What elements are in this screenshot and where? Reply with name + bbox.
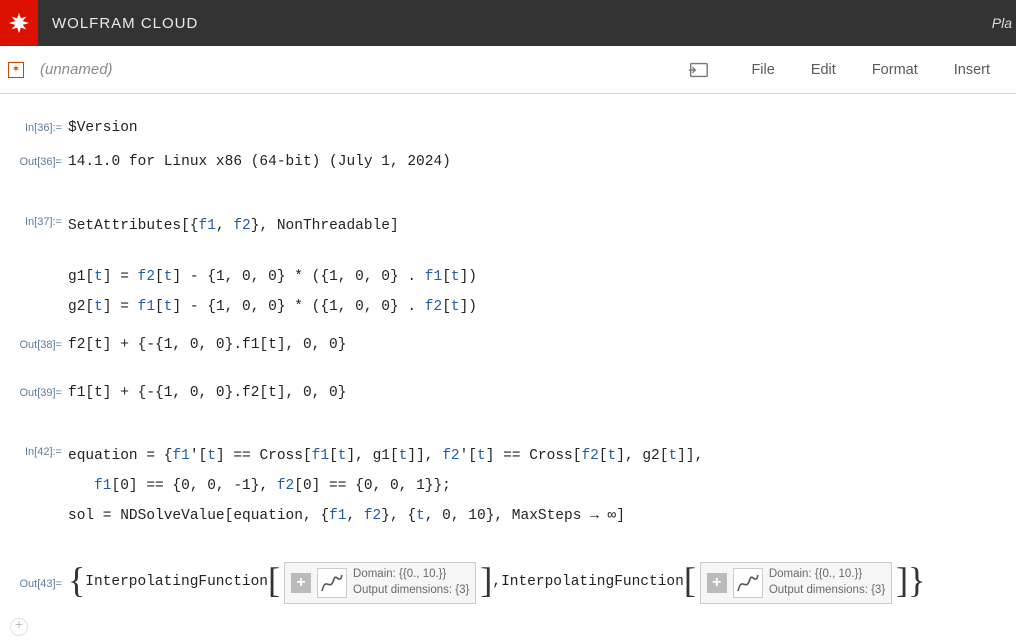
cell-content[interactable]: equation = {f1'[t] == Cross[f1[t], g1[t]…: [68, 442, 1010, 531]
left-bracket: [: [268, 564, 280, 596]
app-header: WOLFRAM CLOUD Pla: [0, 0, 1016, 46]
notebook-area[interactable]: In[36]:= $Version Out[36]= 14.1.0 for Li…: [0, 94, 1016, 642]
input-cell-37[interactable]: In[37]:= SetAttributes[{f1, f2}, NonThre…: [6, 206, 1010, 329]
brand-title: WOLFRAM CLOUD: [52, 15, 198, 32]
cell-label: In[42]:=: [6, 442, 68, 461]
menu-format[interactable]: Format: [872, 62, 918, 78]
toolbar: ✶ (unnamed) File Edit Format Insert: [0, 46, 1016, 94]
interpolating-function-box[interactable]: + Domain: {{0., 10.}} Output dimensions:…: [284, 562, 476, 604]
cell-label: In[37]:=: [6, 212, 68, 231]
interp-meta: Domain: {{0., 10.}} Output dimensions: {…: [353, 567, 469, 598]
cell-content: 14.1.0 for Linux x86 (64-bit) (July 1, 2…: [68, 152, 1010, 174]
function-plot-icon: [733, 568, 763, 598]
output-cell-43: Out[43]= { InterpolatingFunction [ + Dom…: [6, 556, 1010, 610]
cell-content[interactable]: $Version: [68, 118, 1010, 140]
function-plot-icon: [317, 568, 347, 598]
spikey-icon: [8, 12, 30, 34]
output-cell-36: Out[36]= 14.1.0 for Linux x86 (64-bit) (…: [6, 146, 1010, 180]
cell-label: In[36]:=: [6, 118, 68, 137]
list-comma: ,: [492, 572, 501, 594]
cell-label: Out[43]=: [6, 562, 68, 593]
input-cell-36[interactable]: In[36]:= $Version: [6, 112, 1010, 146]
left-brace: {: [68, 564, 85, 596]
wolfram-logo[interactable]: [0, 0, 38, 46]
output-cell-38: Out[38]= f2[t] + {-{1, 0, 0}.f1[t], 0, 0…: [6, 329, 1010, 363]
notebook-icon[interactable]: ✶: [8, 62, 24, 78]
cell-content: { InterpolatingFunction [ + Domain: {{0.…: [68, 562, 1010, 604]
cell-label: Out[39]=: [6, 383, 68, 402]
cell-content: f2[t] + {-{1, 0, 0}.f1[t], 0, 0}: [68, 335, 1010, 357]
right-bracket: ]: [480, 564, 492, 596]
add-cell-button[interactable]: +: [10, 618, 28, 636]
menu-file[interactable]: File: [751, 62, 774, 78]
output-cell-39: Out[39]= f1[t] + {-{1, 0, 0}.f2[t], 0, 0…: [6, 377, 1010, 411]
cell-label: Out[38]=: [6, 335, 68, 354]
menu-insert[interactable]: Insert: [954, 62, 990, 78]
cell-content: f1[t] + {-{1, 0, 0}.f2[t], 0, 0}: [68, 383, 1010, 405]
interp-fn-name: InterpolatingFunction: [501, 572, 684, 594]
right-bracket: ]: [896, 564, 908, 596]
expand-icon[interactable]: +: [707, 573, 727, 593]
expand-icon[interactable]: +: [291, 573, 311, 593]
interp-fn-name: InterpolatingFunction: [85, 572, 268, 594]
left-bracket: [: [684, 564, 696, 596]
deploy-icon[interactable]: [687, 61, 709, 79]
right-brace: }: [908, 564, 925, 596]
interp-meta: Domain: {{0., 10.}} Output dimensions: {…: [769, 567, 885, 598]
interpolating-function-box[interactable]: + Domain: {{0., 10.}} Output dimensions:…: [700, 562, 892, 604]
document-title[interactable]: (unnamed): [40, 61, 113, 78]
cell-label: Out[36]=: [6, 152, 68, 171]
menu-edit[interactable]: Edit: [811, 62, 836, 78]
plan-label[interactable]: Pla: [992, 15, 1016, 31]
input-cell-42[interactable]: In[42]:= equation = {f1'[t] == Cross[f1[…: [6, 436, 1010, 537]
cell-content[interactable]: SetAttributes[{f1, f2}, NonThreadable] g…: [68, 212, 1010, 323]
